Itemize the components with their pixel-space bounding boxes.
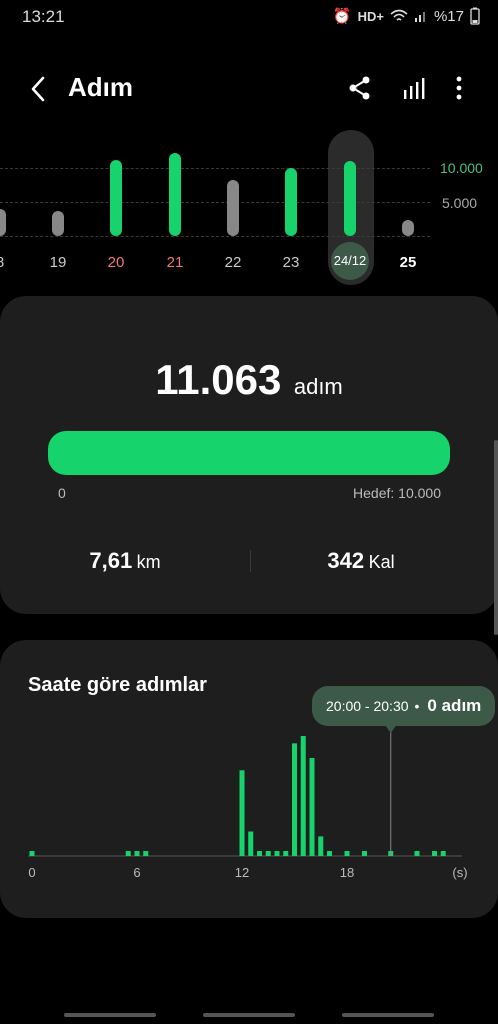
- weekly-steps-chart: 10.000 5.000 8 19 20 21 22 23 24/12 25: [0, 120, 498, 290]
- app-header: Adım: [0, 60, 498, 116]
- status-bar: 13:21 ⏰ HD+ %17: [0, 0, 498, 32]
- page-title: Adım: [68, 72, 133, 102]
- tooltip-pointer: [385, 726, 396, 733]
- hourly-bar[interactable]: [432, 851, 437, 856]
- hourly-bar[interactable]: [257, 851, 262, 856]
- y-label-goal: 10.000: [440, 160, 483, 176]
- hourly-bar[interactable]: [318, 836, 324, 856]
- hourly-chart: 0 6 12 18 (s): [28, 726, 468, 880]
- status-icons: ⏰ HD+ %17: [333, 7, 480, 25]
- calories-unit: Kal: [368, 552, 395, 572]
- signal-icon: [414, 12, 425, 22]
- goal-progress-bar: [48, 431, 450, 475]
- more-vertical-icon[interactable]: [445, 74, 473, 102]
- hourly-bar[interactable]: [239, 770, 245, 856]
- hourly-bar[interactable]: [29, 851, 35, 856]
- hourly-x-label: 6: [133, 865, 140, 880]
- hourly-bar[interactable]: [292, 743, 297, 856]
- hourly-x-label: 0: [28, 865, 35, 880]
- hourly-bar[interactable]: [440, 851, 446, 856]
- week-bar-19[interactable]: [52, 210, 64, 236]
- distance-value: 7,61: [89, 548, 133, 573]
- scrollbar[interactable]: [494, 440, 498, 635]
- hourly-bar[interactable]: [309, 758, 315, 856]
- week-bar-22[interactable]: [227, 180, 239, 236]
- hourly-bar[interactable]: [125, 851, 131, 856]
- steps-count: 11.063: [155, 356, 282, 403]
- hourly-bar[interactable]: [274, 851, 280, 856]
- hourly-bar[interactable]: [344, 851, 350, 856]
- nav-back[interactable]: [342, 1013, 434, 1017]
- hourly-x-label: 12: [235, 865, 249, 880]
- hourly-bar[interactable]: [327, 851, 332, 856]
- status-time: 13:21: [22, 7, 65, 26]
- hourly-x-label: 18: [340, 865, 354, 880]
- distance-stat: 7,61 km: [0, 548, 250, 574]
- share-icon[interactable]: [346, 74, 374, 102]
- wifi-icon: [390, 9, 408, 21]
- week-bar-8[interactable]: [0, 208, 6, 236]
- half-gridline: [0, 202, 430, 203]
- y-label-half: 5.000: [442, 195, 478, 211]
- battery-level: %17: [433, 7, 464, 25]
- steps-unit: adım: [293, 374, 343, 399]
- goal-progress-fill: [48, 431, 450, 475]
- hourly-bar[interactable]: [362, 851, 367, 856]
- week-bar-23[interactable]: [285, 168, 297, 236]
- hourly-bar[interactable]: [134, 851, 140, 856]
- week-day-label-25[interactable]: 25: [388, 254, 428, 271]
- hourly-bar[interactable]: [265, 851, 271, 856]
- calories-stat: 342 Kal: [250, 548, 472, 574]
- hourly-bar[interactable]: [283, 851, 289, 856]
- battery-icon: [470, 7, 480, 25]
- hourly-bar[interactable]: [248, 831, 254, 856]
- distance-unit: km: [136, 552, 161, 572]
- back-arrow-icon[interactable]: [24, 74, 54, 104]
- steps-total: 11.063 adım: [0, 356, 498, 404]
- network-label: HD+: [357, 8, 384, 24]
- hourly-bar[interactable]: [414, 851, 420, 856]
- goal-label: Hedef: 10.000: [353, 485, 441, 501]
- week-day-label-19[interactable]: 19: [38, 254, 78, 271]
- week-bar-24/12[interactable]: [344, 160, 356, 236]
- week-bar-20[interactable]: [110, 159, 122, 236]
- calories-value: 342: [327, 548, 365, 573]
- week-day-label-20[interactable]: 20: [96, 254, 136, 271]
- hourly-steps-card: Saate göre adımlar 20:00 - 20:30 • 0 adı…: [0, 640, 498, 918]
- week-day-label-8[interactable]: 8: [0, 254, 20, 271]
- goal-gridline: [0, 168, 430, 169]
- steps-summary-card: 11.063 adım 0 Hedef: 10.000 7,61 km 342 …: [0, 296, 498, 614]
- hourly-bar[interactable]: [143, 851, 149, 856]
- hourly-x-label: (s): [452, 865, 467, 880]
- hourly-bar[interactable]: [300, 736, 306, 856]
- week-day-label-22[interactable]: 22: [213, 254, 253, 271]
- nav-home[interactable]: [203, 1013, 295, 1017]
- progress-min-label: 0: [58, 485, 66, 501]
- week-day-label-21[interactable]: 21: [155, 254, 195, 271]
- alarm-icon: ⏰: [332, 8, 352, 25]
- week-bar-25[interactable]: [402, 219, 414, 236]
- nav-recent[interactable]: [64, 1013, 156, 1017]
- baseline-gridline: [0, 236, 430, 237]
- week-bar-21[interactable]: [169, 153, 181, 236]
- selected-date-badge: 24/12: [331, 242, 369, 280]
- week-day-label-23[interactable]: 23: [271, 254, 311, 271]
- bar-chart-icon[interactable]: [400, 74, 428, 102]
